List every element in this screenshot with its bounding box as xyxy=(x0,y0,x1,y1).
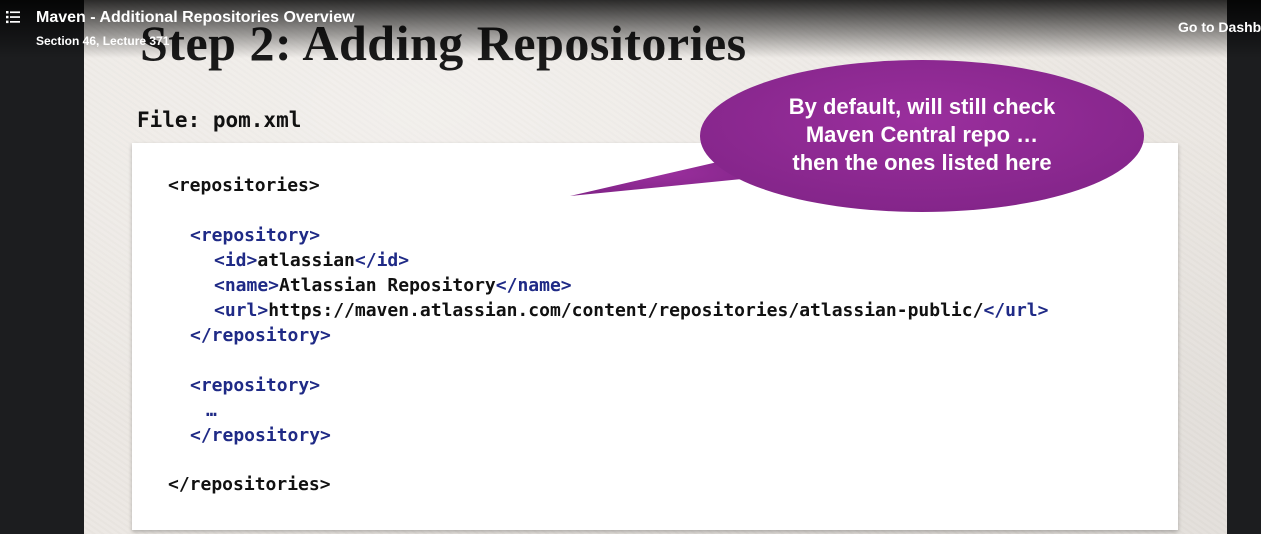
code-line-repository-close: </repository> xyxy=(190,325,331,347)
callout-line-3: then the ones listed here xyxy=(792,150,1052,175)
lecture-slide: Step 2: Adding Repositories File: pom.xm… xyxy=(84,0,1227,534)
code-line-ellipsis: … xyxy=(206,400,217,422)
code-repository-open: <repository> xyxy=(190,225,321,246)
code-url-close: </url> xyxy=(983,300,1049,321)
code-url-value: https://maven.atlassian.com/content/repo… xyxy=(268,300,984,321)
lecture-title: Maven - Additional Repositories Overview xyxy=(36,9,355,26)
code-name-open: <name> xyxy=(214,275,280,296)
video-player: Step 2: Adding Repositories File: pom.xm… xyxy=(0,0,1261,534)
code-repository2-close: </repository> xyxy=(190,425,331,446)
code-url-open: <url> xyxy=(214,300,269,321)
code-line-repositories-open: <repositories> xyxy=(168,175,320,197)
code-repository-close: </repository> xyxy=(190,325,331,346)
code-name-close: </name> xyxy=(495,275,572,296)
go-to-dashboard-link[interactable]: Go to Dashb xyxy=(1178,19,1261,35)
callout-line-2: Maven Central repo … xyxy=(805,122,1039,147)
code-line-repository2-close: </repository> xyxy=(190,425,331,447)
list-menu-icon[interactable] xyxy=(6,10,20,24)
callout-line-1: By default, will still check xyxy=(788,94,1056,119)
code-repositories-close: </repositories> xyxy=(168,474,331,495)
code-block: <repositories> <repository> <id>atlassia… xyxy=(132,143,1178,530)
code-line-repositories-close: </repositories> xyxy=(168,474,331,496)
code-id-close: </id> xyxy=(354,250,410,271)
callout-text: By default, will still check Maven Centr… xyxy=(730,93,1114,177)
file-label: File: pom.xml xyxy=(137,108,302,132)
code-line-url: <url>https://maven.atlassian.com/content… xyxy=(214,300,1048,322)
code-line-id: <id>atlassian</id> xyxy=(214,250,409,272)
code-repositories-open: <repositories> xyxy=(168,175,320,196)
code-line-name: <name>Atlassian Repository</name> xyxy=(214,275,572,297)
code-line-repository2-open: <repository> xyxy=(190,375,320,397)
code-ellipsis: … xyxy=(206,400,217,421)
code-name-value: Atlassian Repository xyxy=(279,275,496,296)
code-id-value: atlassian xyxy=(257,250,355,271)
code-line-repository-open: <repository> xyxy=(190,225,320,247)
lecture-subtitle: Section 46, Lecture 371 xyxy=(36,34,170,48)
code-id-open: <id> xyxy=(214,250,258,271)
code-repository2-open: <repository> xyxy=(190,375,321,396)
